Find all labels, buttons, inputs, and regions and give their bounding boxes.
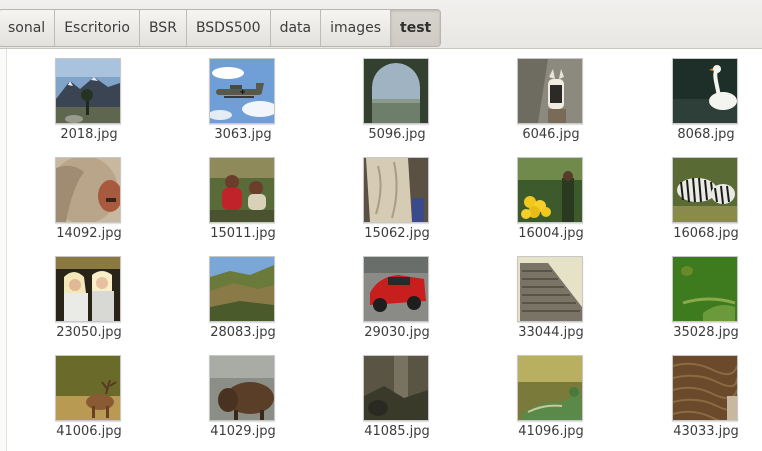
file-name: 3063.jpg — [214, 127, 272, 142]
file-item[interactable]: 14092.jpg — [29, 148, 149, 242]
file-grid: 2018.jpg ✚ 3063.jpg 5096.jpg 6046.jpg 80… — [0, 49, 762, 451]
file-name: 41096.jpg — [518, 424, 584, 439]
breadcrumb-bsr[interactable]: BSR — [140, 10, 187, 46]
file-item[interactable]: 2018.jpg — [29, 49, 149, 143]
file-item[interactable]: 41096.jpg — [491, 346, 611, 440]
breadcrumb: sonal Escritorio BSR BSDS500 data images… — [0, 9, 442, 47]
image-thumbnail — [209, 256, 275, 322]
breadcrumb-data[interactable]: data — [271, 10, 322, 46]
file-item[interactable]: 41006.jpg — [29, 346, 149, 440]
file-name: 35028.jpg — [673, 325, 739, 340]
file-item[interactable]: ✚ 3063.jpg — [183, 49, 303, 143]
breadcrumb-personal[interactable]: sonal — [0, 10, 56, 46]
image-thumbnail — [672, 256, 738, 322]
image-thumbnail — [517, 58, 583, 124]
file-item[interactable]: 29030.jpg — [337, 247, 457, 341]
svg-text:✚: ✚ — [240, 89, 245, 96]
file-name: 16004.jpg — [518, 226, 584, 241]
image-thumbnail: ✚ — [209, 58, 275, 124]
image-thumbnail — [55, 157, 121, 223]
breadcrumb-images[interactable]: images — [321, 10, 392, 46]
image-thumbnail — [209, 355, 275, 421]
file-name: 5096.jpg — [368, 127, 426, 142]
image-thumbnail — [517, 355, 583, 421]
file-name: 41085.jpg — [364, 424, 430, 439]
image-thumbnail — [672, 355, 738, 421]
file-item[interactable]: 28083.jpg — [183, 247, 303, 341]
image-thumbnail — [55, 355, 121, 421]
file-item[interactable]: 8068.jpg — [646, 49, 762, 143]
file-item[interactable]: 16004.jpg — [491, 148, 611, 242]
image-thumbnail — [672, 58, 738, 124]
file-name: 16068.jpg — [673, 226, 739, 241]
file-item[interactable]: 41085.jpg — [337, 346, 457, 440]
image-thumbnail — [672, 157, 738, 223]
file-name: 14092.jpg — [56, 226, 122, 241]
file-item[interactable]: 16068.jpg — [646, 148, 762, 242]
file-name: 41029.jpg — [210, 424, 276, 439]
file-item[interactable]: 6046.jpg — [491, 49, 611, 143]
breadcrumb-bsds500[interactable]: BSDS500 — [187, 10, 271, 46]
file-name: 23050.jpg — [56, 325, 122, 340]
file-name: 28083.jpg — [210, 325, 276, 340]
image-thumbnail — [209, 157, 275, 223]
breadcrumb-test[interactable]: test — [391, 10, 441, 46]
image-thumbnail — [363, 355, 429, 421]
file-item[interactable]: 23050.jpg — [29, 247, 149, 341]
file-name: 2018.jpg — [60, 127, 118, 142]
file-item[interactable]: 35028.jpg — [646, 247, 762, 341]
path-bar: sonal Escritorio BSR BSDS500 data images… — [0, 0, 762, 49]
file-item[interactable]: 5096.jpg — [337, 49, 457, 143]
image-thumbnail — [517, 157, 583, 223]
file-name: 6046.jpg — [522, 127, 580, 142]
breadcrumb-escritorio[interactable]: Escritorio — [55, 10, 140, 46]
file-name: 33044.jpg — [518, 325, 584, 340]
sidebar-edge — [0, 49, 7, 451]
image-thumbnail — [363, 157, 429, 223]
file-item[interactable]: 33044.jpg — [491, 247, 611, 341]
file-name: 15062.jpg — [364, 226, 430, 241]
file-item[interactable]: 15011.jpg — [183, 148, 303, 242]
file-name: 15011.jpg — [210, 226, 276, 241]
image-thumbnail — [55, 58, 121, 124]
file-name: 41006.jpg — [56, 424, 122, 439]
image-thumbnail — [55, 256, 121, 322]
file-item[interactable]: 15062.jpg — [337, 148, 457, 242]
file-item[interactable]: 41029.jpg — [183, 346, 303, 440]
file-item[interactable]: 43033.jpg — [646, 346, 762, 440]
image-thumbnail — [517, 256, 583, 322]
file-name: 43033.jpg — [673, 424, 739, 439]
image-thumbnail — [363, 256, 429, 322]
file-name: 8068.jpg — [677, 127, 735, 142]
image-thumbnail — [363, 58, 429, 124]
file-name: 29030.jpg — [364, 325, 430, 340]
